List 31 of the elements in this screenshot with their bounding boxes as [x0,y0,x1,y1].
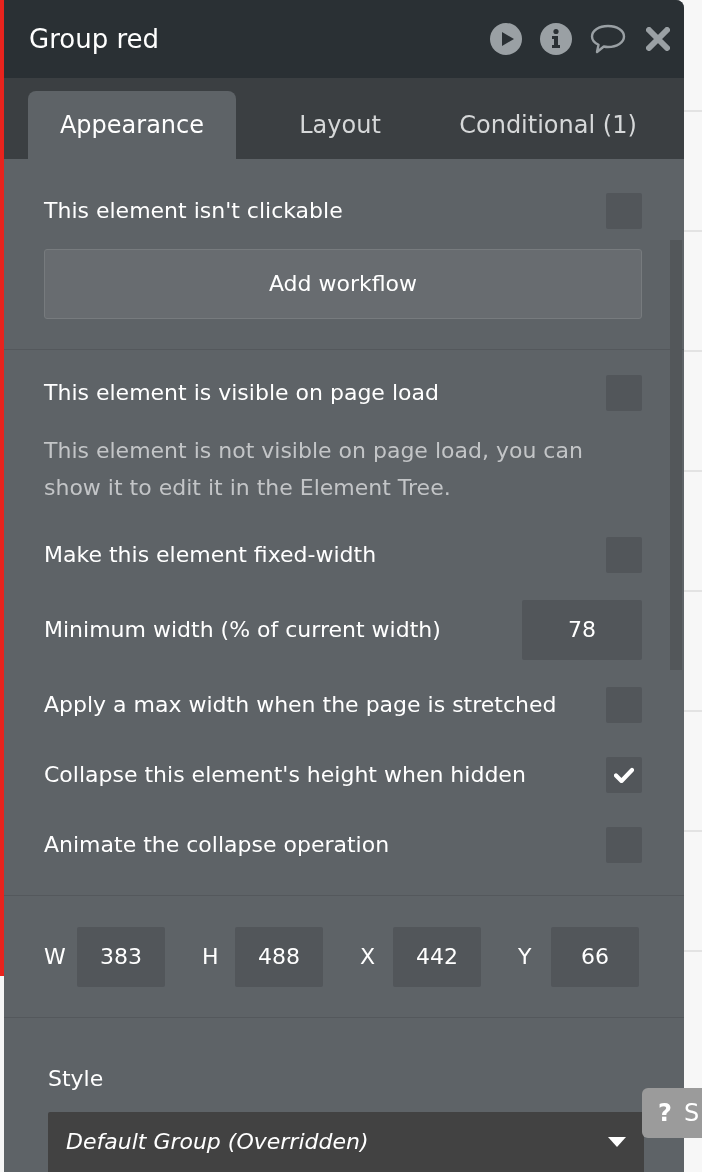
dimension-label: H [202,942,220,971]
dimension-field[interactable]: 66 [551,926,639,987]
field-label: Minimum width (% of current width) [44,616,441,645]
checkbox-label: This element is visible on page load [44,379,439,408]
speech-bubble-icon[interactable] [590,23,626,54]
checkbox-label: Apply a max width when the page is stretched [44,691,557,720]
style-dropdown[interactable]: Default Group (Overridden) [48,1112,644,1172]
check-icon [614,767,634,784]
play-icon[interactable] [490,22,522,55]
checkbox-label: Make this element fixed-width [44,541,377,570]
number-field[interactable]: 78 [522,600,642,661]
add-workflow-button[interactable]: Add workflow [44,249,642,320]
dimension-field[interactable]: 383 [77,926,165,987]
caret-icon [608,1137,626,1147]
dimension-label: Y [518,942,533,971]
dimension-label: X [360,942,377,971]
section-label: Style [48,1065,104,1093]
info-icon[interactable] [540,22,572,55]
checkbox-label: Animate the collapse operation [44,831,390,860]
checkbox-label: Collapse this element's height when hidden [44,761,526,790]
tab[interactable]: Appearance [28,91,236,160]
checkbox[interactable] [606,757,642,794]
panel-title: Group red [29,22,160,56]
checkbox-label: This element isn't clickable [44,197,343,226]
tab[interactable]: Layout [236,91,444,160]
tab[interactable]: Conditional (1) [444,91,652,160]
help-text: This element is not visible on page load, you can show it to edit it in the Element Tree. [44,437,584,503]
dimension-field[interactable]: 488 [235,926,323,987]
close-icon[interactable] [646,26,670,51]
dimension-field[interactable]: 442 [393,926,481,987]
dimension-label: W [44,942,67,971]
